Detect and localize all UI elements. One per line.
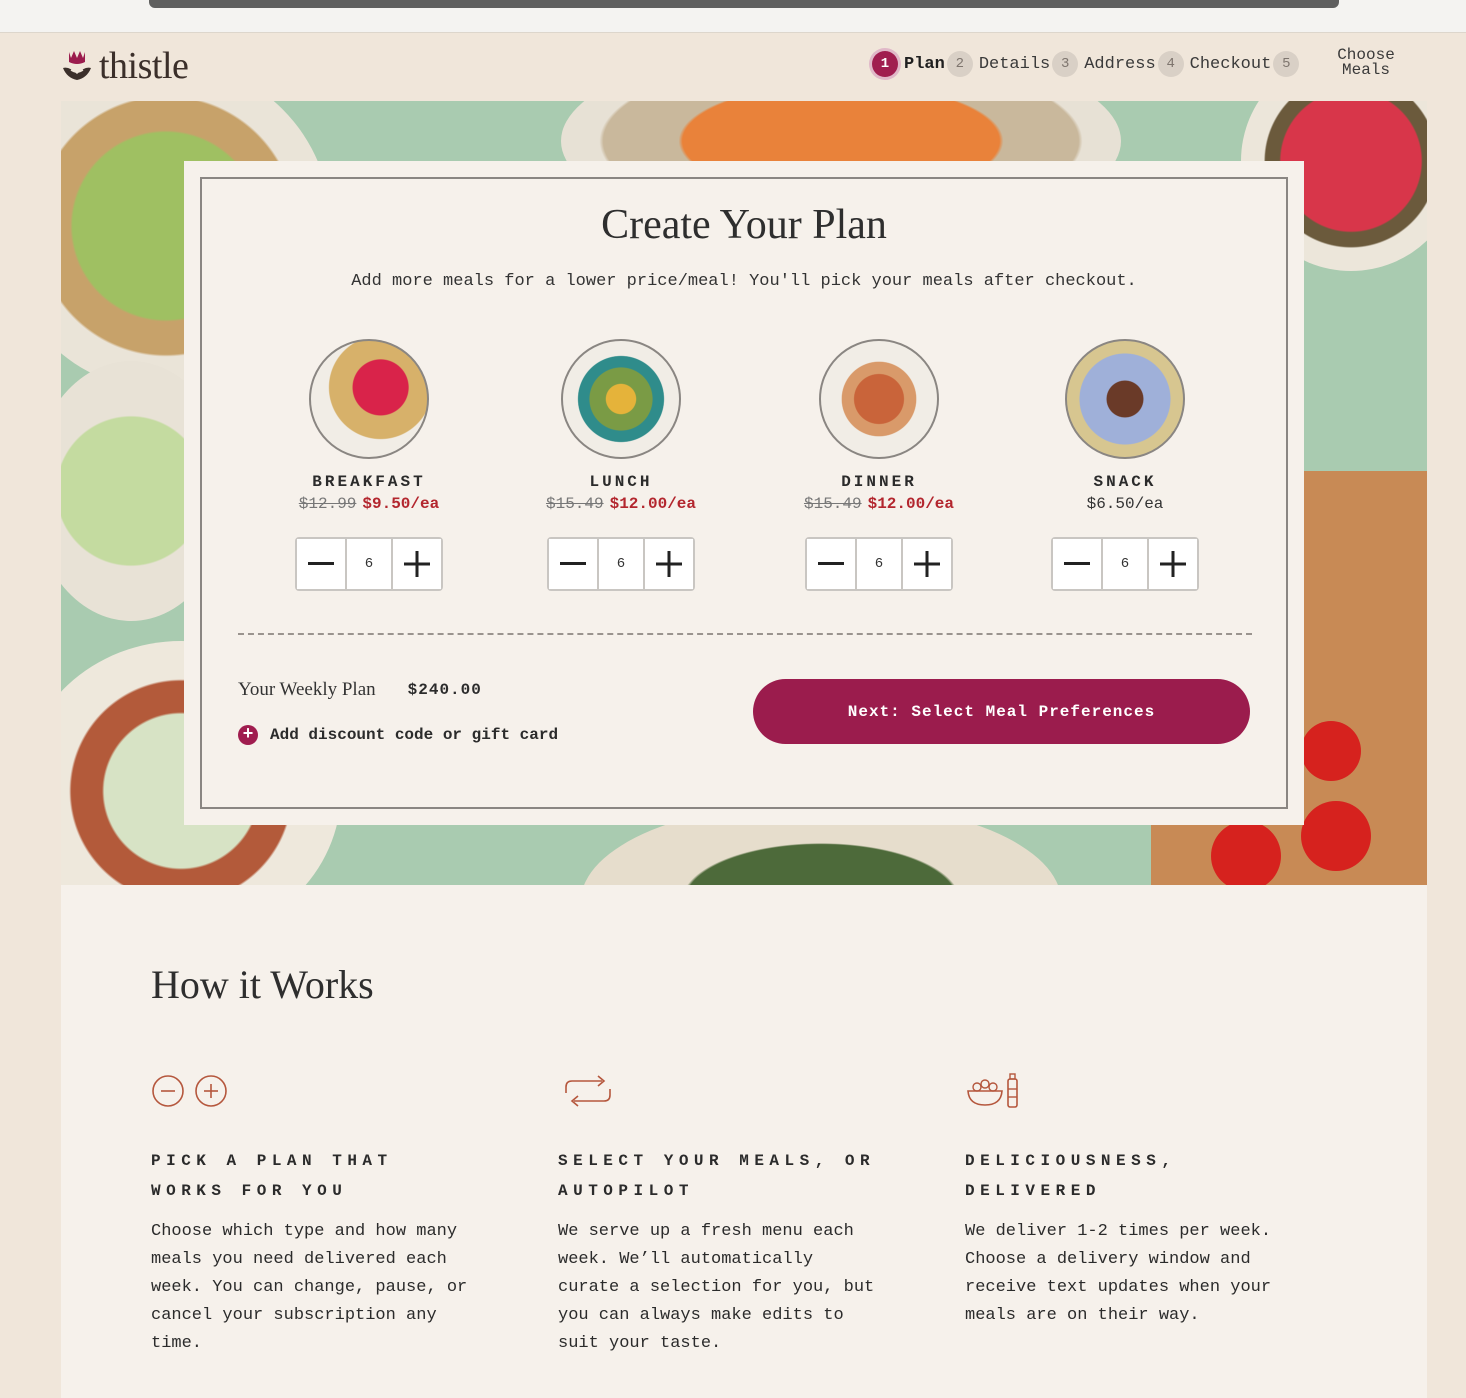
meal-name: SNACK xyxy=(1093,473,1157,491)
old-price: $15.49 xyxy=(545,495,604,513)
meal-option-dinner: DINNER $15.49 $12.00/ea 6 xyxy=(779,339,979,591)
how-step-heading: DELICIOUSNESS, DELIVERED xyxy=(965,1152,1177,1200)
meal-option-breakfast: BREAKFAST $12.99 $9.50/ea 6 xyxy=(269,339,469,591)
how-it-works-section: How it Works PICK A PLAN THAT WORKS FOR … xyxy=(61,885,1427,1398)
checkout-steps: 1 Plan 2 Details 3 Address 4 Checkout 5 xyxy=(872,51,1301,77)
old-price: $12.99 xyxy=(298,495,357,513)
meal-name: DINNER xyxy=(841,473,917,491)
how-step-heading: PICK A PLAN THAT WORKS FOR YOU xyxy=(151,1152,393,1200)
sale-price: $12.00/ea xyxy=(867,495,955,513)
step-plan[interactable]: 1 Plan xyxy=(872,51,945,77)
how-step-heading: SELECT YOUR MEALS, OR AUTOPILOT xyxy=(558,1152,876,1200)
create-plan-frame: Create Your Plan Add more meals for a lo… xyxy=(200,177,1288,809)
dashed-divider xyxy=(238,633,1252,635)
increase-button[interactable] xyxy=(393,539,441,589)
plus-icon xyxy=(404,551,430,577)
weekly-plan-label: Your Weekly Plan xyxy=(238,679,376,700)
price: $6.50/ea xyxy=(1086,495,1164,513)
quantity-stepper: 6 xyxy=(547,537,695,591)
browser-scrollbar[interactable] xyxy=(149,0,1339,8)
decrease-button[interactable] xyxy=(297,539,345,589)
snack-image xyxy=(1065,339,1185,459)
bowl-bottle-icon xyxy=(967,1073,1018,1108)
step-number: 4 xyxy=(1157,51,1184,77)
breakfast-image xyxy=(309,339,429,459)
lunch-image xyxy=(561,339,681,459)
plus-icon xyxy=(914,551,940,577)
minus-icon xyxy=(818,562,844,565)
create-plan-card: Create Your Plan Add more meals for a lo… xyxy=(184,161,1304,825)
meal-name: BREAKFAST xyxy=(312,473,426,491)
add-discount-link[interactable]: + Add discount code or gift card xyxy=(238,725,558,745)
how-step-select-meals: SELECT YOUR MEALS, OR AUTOPILOT We serve… xyxy=(558,1071,878,1358)
step-choose-meals-label[interactable]: Choose Meals xyxy=(1330,47,1402,78)
sale-price: $9.50/ea xyxy=(362,495,440,513)
increase-button[interactable] xyxy=(903,539,951,589)
how-step-text: Choose which type and how many meals you… xyxy=(151,1222,468,1353)
meal-option-lunch: LUNCH $15.49 $12.00/ea 6 xyxy=(521,339,721,591)
increase-button[interactable] xyxy=(1149,539,1197,589)
discount-label: Add discount code or gift card xyxy=(270,726,559,744)
meal-price: $12.99 $9.50/ea xyxy=(269,495,469,513)
how-step-delivered: DELICIOUSNESS, DELIVERED We deliver 1-2 … xyxy=(965,1071,1285,1330)
minus-icon xyxy=(308,562,334,565)
logo[interactable]: thistle xyxy=(61,45,189,87)
dinner-image xyxy=(819,339,939,459)
step-label: Plan xyxy=(904,54,945,74)
step-label: Details xyxy=(978,54,1051,74)
quantity-value[interactable]: 6 xyxy=(1101,539,1149,589)
plus-icon xyxy=(1160,551,1186,577)
how-step-text: We serve up a fresh menu each week. We’l… xyxy=(558,1222,875,1353)
sale-price: $12.00/ea xyxy=(609,495,697,513)
plan-title: Create Your Plan xyxy=(601,202,887,248)
step-details[interactable]: 2 Details xyxy=(946,51,1051,77)
site-header: thistle 1 Plan 2 Details 3 Address 4 Che… xyxy=(0,33,1466,101)
step-number: 1 xyxy=(872,51,898,77)
logo-text: thistle xyxy=(99,45,189,87)
old-price: $15.49 xyxy=(803,495,862,513)
minus-icon xyxy=(1064,562,1090,565)
plus-circle-icon: + xyxy=(238,725,258,745)
step-number: 5 xyxy=(1273,51,1300,77)
decrease-button[interactable] xyxy=(807,539,855,589)
next-select-preferences-button[interactable]: Next: Select Meal Preferences xyxy=(753,679,1250,744)
plan-subtitle: Add more meals for a lower price/meal! Y… xyxy=(351,272,1137,291)
meal-option-snack: SNACK $6.50/ea 6 xyxy=(1025,339,1225,591)
browser-top-strip xyxy=(0,0,1466,33)
increase-button[interactable] xyxy=(645,539,693,589)
repeat-icon xyxy=(565,1075,611,1107)
quantity-stepper: 6 xyxy=(1051,537,1199,591)
how-it-works-title: How it Works xyxy=(151,962,374,1007)
quantity-value[interactable]: 6 xyxy=(597,539,645,589)
quantity-value[interactable]: 6 xyxy=(855,539,903,589)
meal-name: LUNCH xyxy=(589,473,653,491)
decrease-button[interactable] xyxy=(1053,539,1101,589)
plus-minus-icon xyxy=(152,1075,227,1107)
step-address[interactable]: 3 Address xyxy=(1052,51,1156,77)
quantity-stepper: 6 xyxy=(805,537,953,591)
weekly-plan-summary: Your Weekly Plan $240.00 xyxy=(238,679,482,701)
plus-icon xyxy=(656,551,682,577)
quantity-value[interactable]: 6 xyxy=(345,539,393,589)
thistle-logo-icon xyxy=(63,51,91,80)
step-label: Checkout xyxy=(1189,54,1272,74)
meal-price: $15.49 $12.00/ea xyxy=(521,495,721,513)
step-label: Address xyxy=(1084,54,1156,74)
decrease-button[interactable] xyxy=(549,539,597,589)
step-checkout[interactable]: 4 Checkout xyxy=(1157,51,1272,77)
minus-icon xyxy=(560,562,586,565)
step-choose-meals[interactable]: 5 xyxy=(1273,51,1300,77)
how-step-pick-plan: PICK A PLAN THAT WORKS FOR YOU Choose wh… xyxy=(151,1071,471,1358)
meal-price: $15.49 $12.00/ea xyxy=(779,495,979,513)
how-step-text: We deliver 1-2 times per week. Choose a … xyxy=(965,1222,1272,1325)
quantity-stepper: 6 xyxy=(295,537,443,591)
step-number: 3 xyxy=(1052,51,1079,77)
weekly-plan-total: $240.00 xyxy=(407,681,482,699)
step-number: 2 xyxy=(946,51,973,77)
meal-price: $6.50/ea xyxy=(1025,495,1225,513)
